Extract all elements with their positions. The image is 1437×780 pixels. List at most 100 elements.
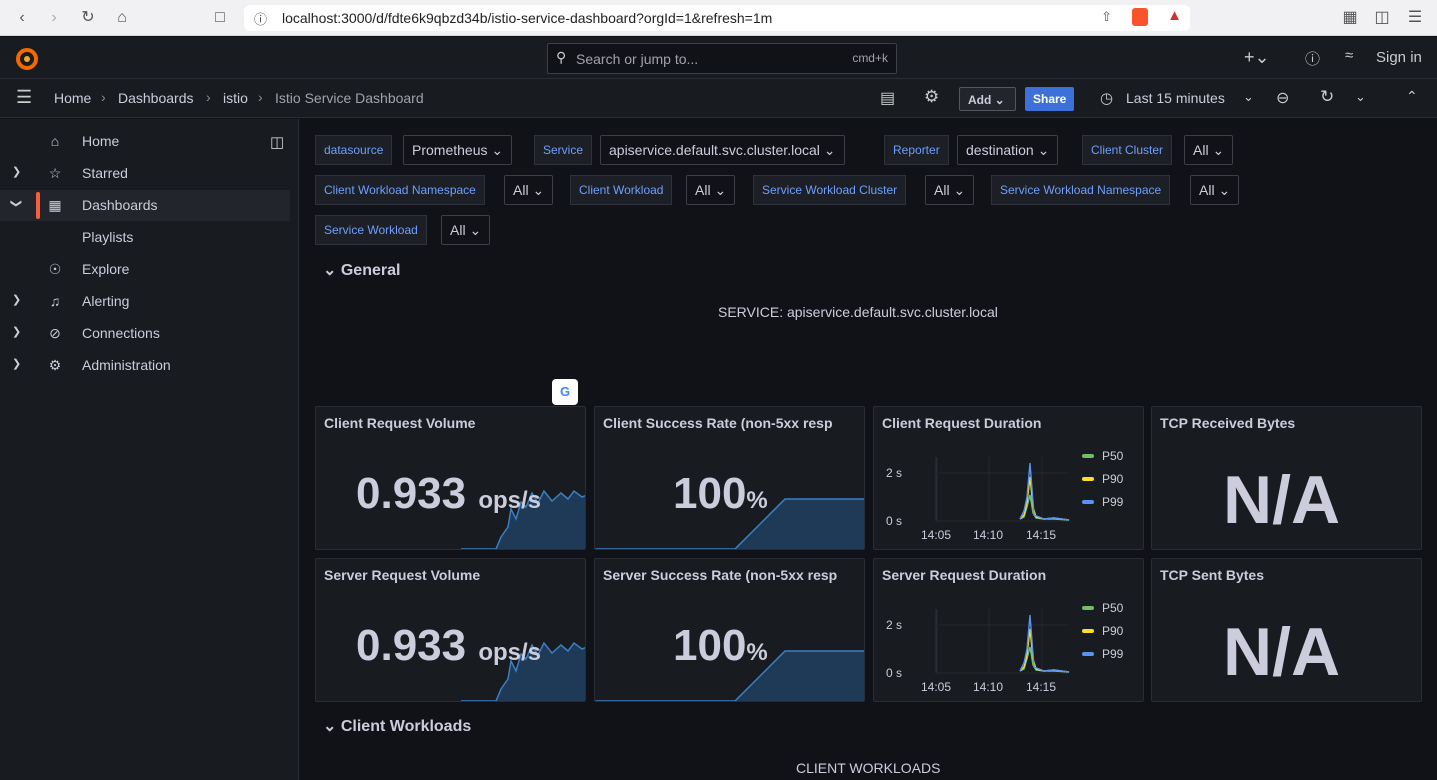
translate-icon[interactable]: G [552,379,578,405]
chart-client-request-duration: 0 s 2 s 14:05 14:10 14:15 P50 P90 P99 [886,449,1124,542]
var-select-reporter[interactable]: destination ⌄ [957,135,1059,165]
address-bar[interactable]: ⓘ localhost:3000/d/fdte6k9qbzd34b/istio-… [244,5,1190,31]
var-value: All [513,182,529,198]
zoom-out-icon[interactable]: ⊖ [1276,88,1289,108]
y-tick-label: 0 s [886,514,902,528]
brave-shield-icon[interactable] [1132,8,1148,26]
cog-icon: ⚙ [48,357,62,373]
breadcrumb-folder[interactable]: istio [223,90,248,106]
search-input[interactable]: Search or jump to... [576,51,698,67]
row-title-label: General [340,262,401,279]
search-bar[interactable]: ⚲ Search or jump to... cmd+k [547,43,897,74]
time-picker-chevron-icon[interactable]: ⌄ [1243,89,1254,105]
var-select-service-workload[interactable]: All ⌄ [441,215,491,245]
legend-label[interactable]: P90 [1102,624,1124,638]
forward-icon[interactable]: › [44,8,64,28]
menu-toggle-icon[interactable]: ☰ [16,87,32,108]
var-select-client-workload[interactable]: All ⌄ [686,175,736,205]
var-label-service-workload: Service Workload [315,215,427,245]
row-general[interactable]: ⌄ General [323,260,400,280]
star-icon: ☆ [48,165,62,181]
sidebar-item-alerting[interactable]: ❯ ♫ Alerting [0,286,290,317]
panel-client-request-duration[interactable]: Client Request Duration 0 s2 s 14:05 14:10… [873,406,1144,550]
var-select-service[interactable]: apiservice.default.svc.cluster.local ⌄ [600,135,845,165]
search-icon: ⚲ [556,49,567,65]
help-icon[interactable]: ⓘ [1305,48,1320,69]
info-icon[interactable]: ⓘ [254,9,267,28]
news-feed-icon[interactable]: ≈ [1345,47,1353,64]
brave-rewards-icon[interactable]: ▲ [1167,7,1182,24]
panel-server-request-volume[interactable]: Server Request Volume 0.933 ops/s [315,558,586,702]
sidebar-toggle-icon[interactable]: ◫ [1372,8,1392,28]
dashboards-grid-icon: ▦ [48,197,62,213]
expand-chevron-icon[interactable]: ❯ [10,199,23,208]
collapse-icon[interactable]: ⌃ [1406,88,1418,105]
menu-icon[interactable]: ☰ [1405,8,1425,28]
panel-tcp-sent-bytes[interactable]: TCP Sent Bytes N/A [1151,558,1422,702]
legend-swatch [1082,606,1094,610]
share-page-icon[interactable]: ⇧ [1101,9,1112,25]
var-value: All [1193,142,1209,158]
var-label-service-workload-namespace: Service Workload Namespace [991,175,1171,205]
chart-server-request-duration: 0 s 2 s 14:05 14:10 14:15 P50 P90 P99 [886,601,1124,694]
dashboard-toolbar: ☰ Home › Dashboards › istio › Istio Serv… [0,79,1437,118]
refresh-interval-chevron-icon[interactable]: ⌄ [1355,89,1366,105]
legend-label[interactable]: P99 [1102,495,1124,509]
client-workloads-text-panel: CLIENT WORKLOADS [796,760,941,776]
stat-value: N/A [1223,462,1341,538]
var-value: apiservice.default.svc.cluster.local [609,142,820,158]
sidebar-item-explore[interactable]: ☉ Explore [0,254,290,285]
compass-icon: ☉ [48,261,62,277]
legend-label[interactable]: P50 [1102,449,1124,463]
home-icon: ⌂ [50,133,60,149]
stat-unit: ops/s [478,639,542,666]
time-range-picker[interactable]: Last 15 minutes [1126,90,1225,106]
bookmark-icon[interactable]: □ [210,8,230,28]
sign-in-link[interactable]: Sign in [1376,49,1422,66]
legend-swatch [1082,500,1094,504]
var-select-service-workload-namespace[interactable]: All ⌄ [1190,175,1240,205]
home-icon[interactable]: ⌂ [112,8,132,28]
panel-client-success-rate[interactable]: Client Success Rate (non-5xx resp 100% [594,406,865,550]
sidebar-item-starred[interactable]: ❯ ☆ Starred [0,158,290,189]
breadcrumb-home[interactable]: Home [54,90,91,106]
var-select-client-workload-namespace[interactable]: All ⌄ [504,175,554,205]
back-icon[interactable]: ‹ [12,8,32,28]
sidebar-item-dashboards[interactable]: ❯ ▦ Dashboards [0,190,290,221]
legend-label[interactable]: P90 [1102,472,1124,486]
var-select-client-cluster[interactable]: All ⌄ [1184,135,1234,165]
settings-gear-icon[interactable]: ⚙ [924,87,939,107]
panel-tcp-received-bytes[interactable]: TCP Received Bytes N/A [1151,406,1422,550]
extensions-icon[interactable]: ▦ [1340,8,1360,28]
expand-chevron-icon[interactable]: ❯ [12,325,21,338]
expand-chevron-icon[interactable]: ❯ [12,293,21,306]
legend-swatch [1082,652,1094,656]
sidebar-item-home[interactable]: ⌂ Home [0,126,290,157]
reload-icon[interactable]: ↻ [78,8,98,28]
sidebar-item-connections[interactable]: ❯ ⊘ Connections [0,318,290,349]
share-button[interactable]: Share [1025,87,1074,111]
save-icon[interactable]: ▤ [880,88,895,108]
legend-label[interactable]: P50 [1102,601,1124,615]
grafana-logo-icon[interactable] [14,46,40,72]
panel-server-request-duration[interactable]: Server Request Duration 0 s2 s 14:05 14:10… [873,558,1144,702]
expand-chevron-icon[interactable]: ❯ [12,357,21,370]
sidebar-item-label: Alerting [82,293,130,309]
row-client-workloads[interactable]: ⌄ Client Workloads [323,716,471,736]
expand-chevron-icon[interactable]: ❯ [12,165,21,178]
breadcrumb-separator-icon: › [206,89,211,105]
sidebar-item-playlists[interactable]: Playlists [0,222,290,253]
var-select-datasource[interactable]: Prometheus ⌄ [403,135,513,165]
breadcrumb-dashboards[interactable]: Dashboards [118,90,194,106]
stat-value: 100% [673,469,768,519]
var-select-service-workload-cluster[interactable]: All ⌄ [925,175,975,205]
panel-client-request-volume[interactable]: Client Request Volume 0.933 ops/s [315,406,586,550]
add-button[interactable]: Add ⌄ [959,87,1016,111]
plug-icon: ⊘ [49,325,61,341]
new-plus-icon[interactable]: +⌄ [1244,47,1270,68]
stat-number: 0.933 [356,621,467,670]
legend-label[interactable]: P99 [1102,647,1124,661]
panel-server-success-rate[interactable]: Server Success Rate (non-5xx resp 100% [594,558,865,702]
refresh-icon[interactable]: ↻ [1320,87,1334,107]
sidebar-item-administration[interactable]: ❯ ⚙ Administration [0,350,290,381]
